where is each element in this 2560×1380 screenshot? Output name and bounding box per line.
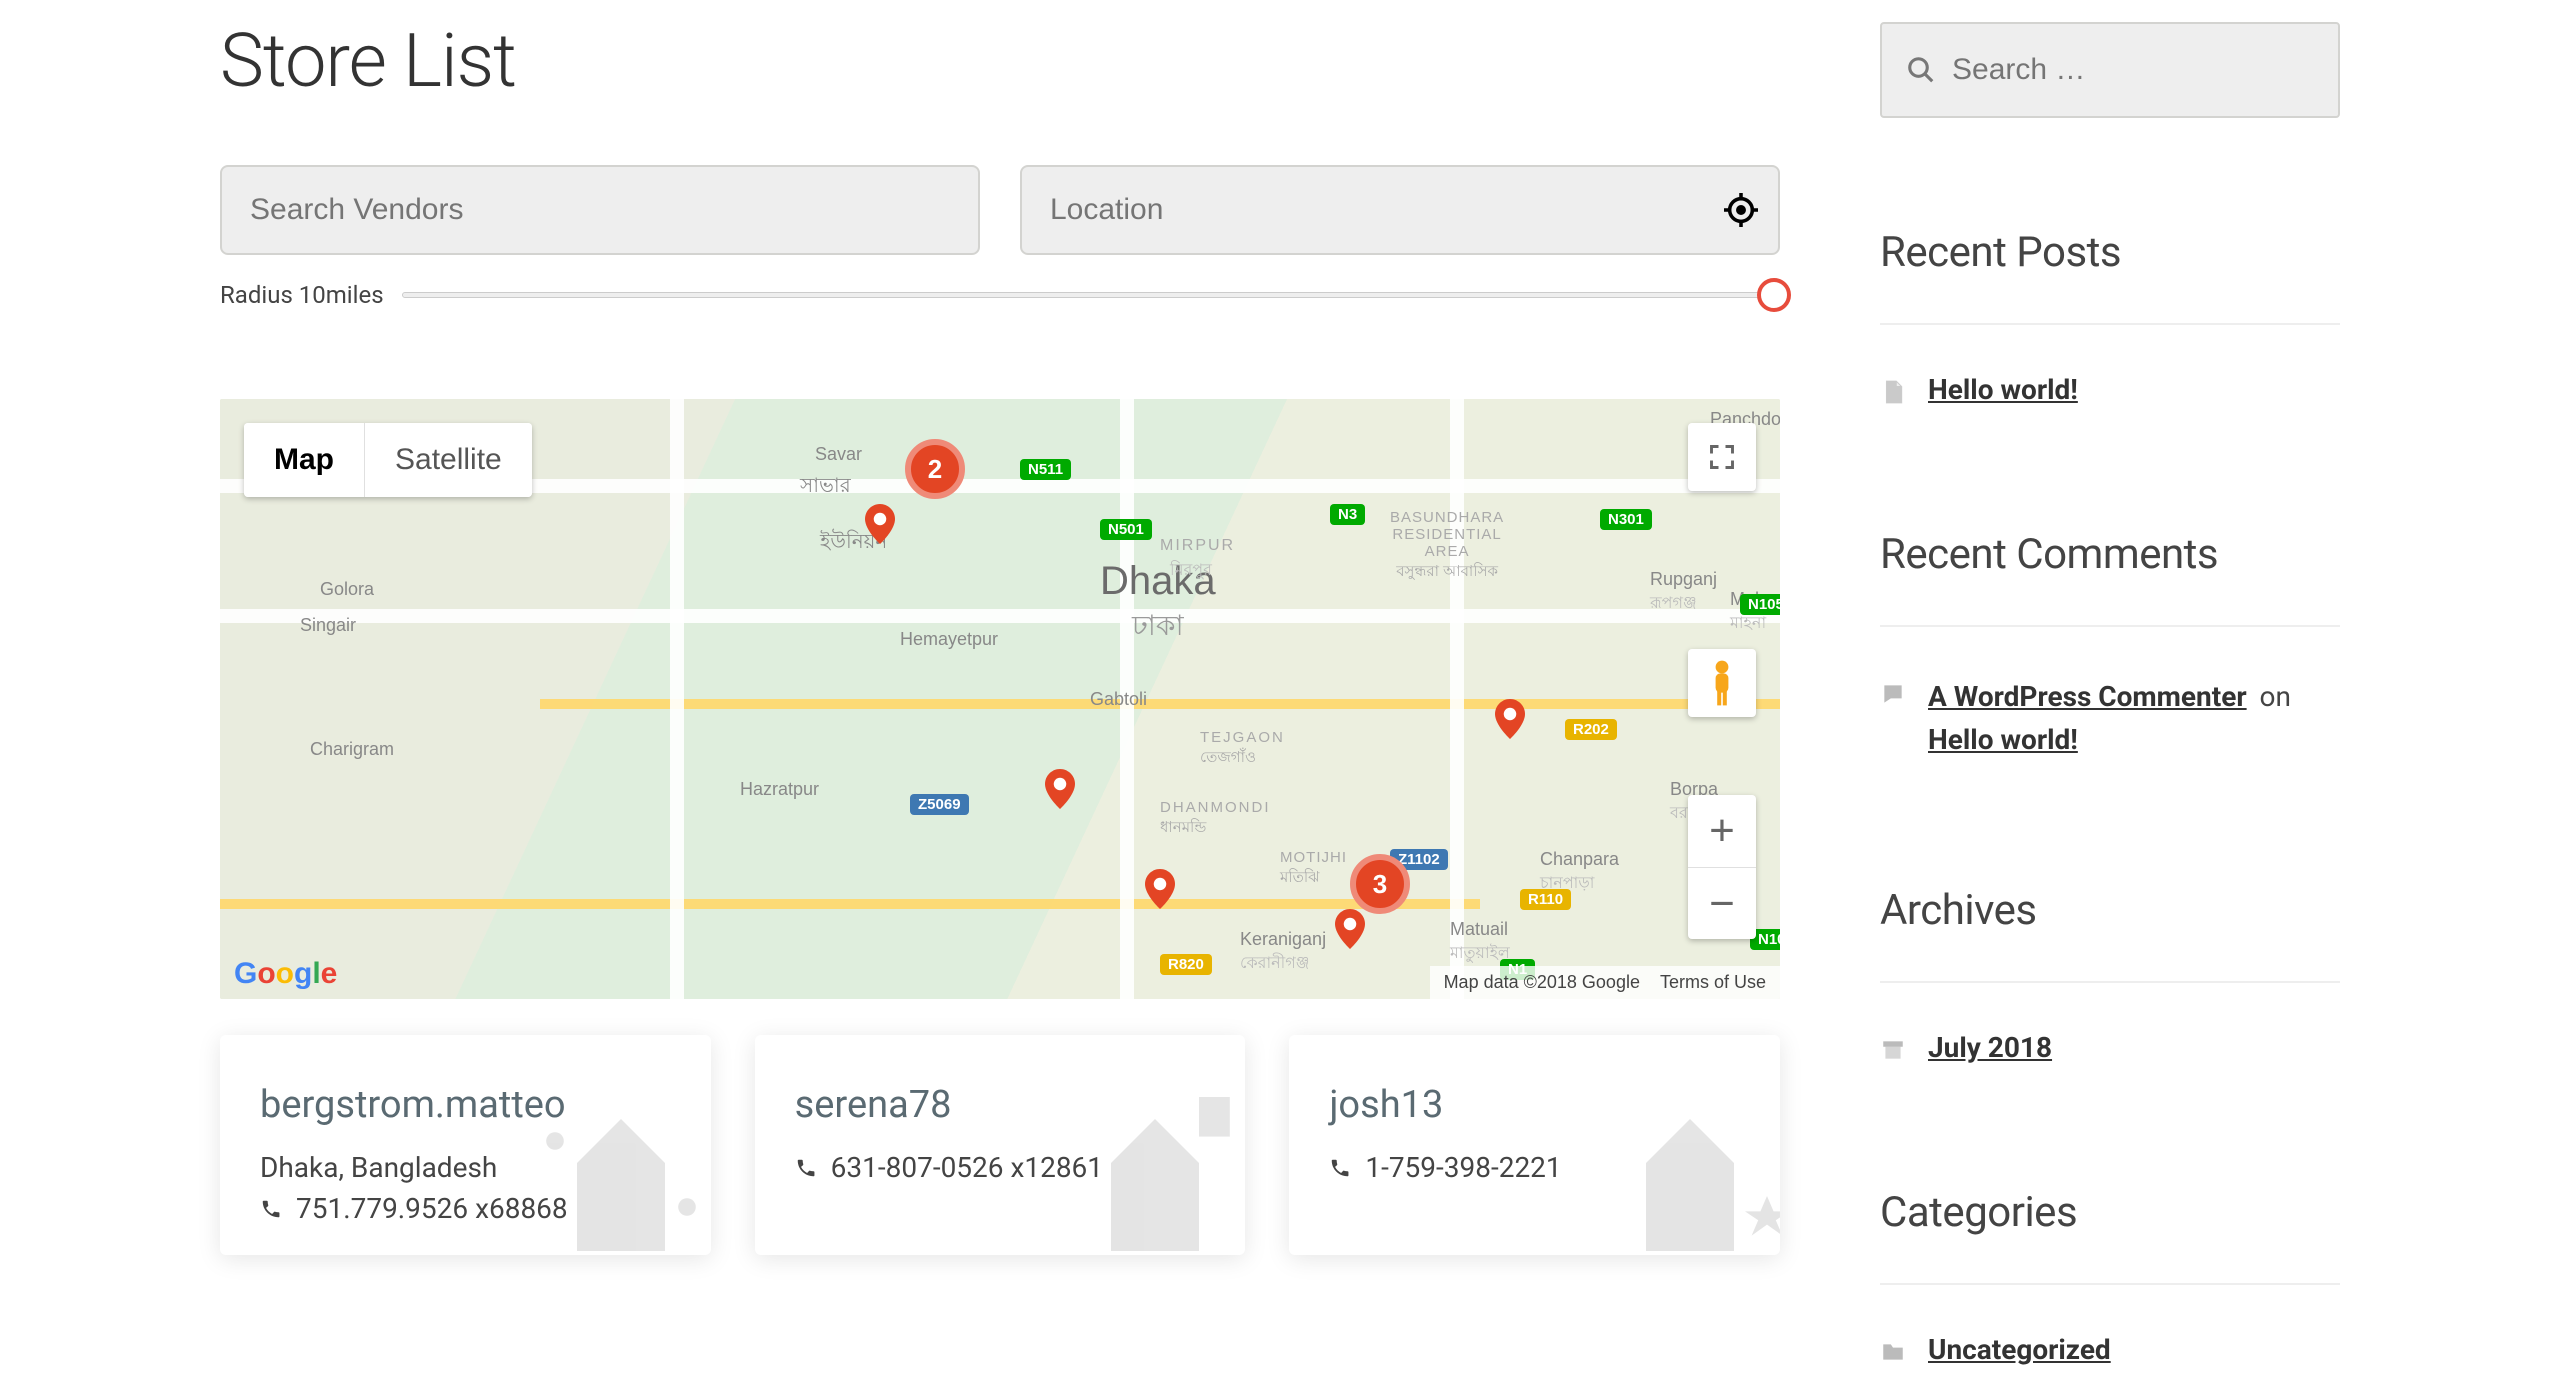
- radius-slider[interactable]: [402, 292, 1780, 298]
- recent-posts-heading: Recent Posts: [1880, 228, 2340, 277]
- map-pin-icon[interactable]: [1140, 869, 1180, 909]
- terms-link[interactable]: Terms of Use: [1660, 972, 1766, 993]
- locate-me-icon[interactable]: [1724, 193, 1758, 227]
- comment-post-link[interactable]: Hello world!: [1928, 723, 2078, 756]
- zoom-controls: + −: [1688, 795, 1756, 939]
- folder-icon: [1880, 1339, 1906, 1365]
- zoom-out-button[interactable]: −: [1688, 867, 1756, 939]
- document-icon: [1880, 379, 1906, 405]
- pegman-button[interactable]: [1688, 649, 1756, 717]
- category-link[interactable]: Uncategorized: [1928, 1333, 2111, 1366]
- radius-slider-thumb[interactable]: [1757, 278, 1791, 312]
- google-logo: Google: [234, 957, 337, 991]
- store-card[interactable]: bergstrom.matteo Dhaka, Bangladesh 751.7…: [220, 1035, 711, 1255]
- sidebar-search-input[interactable]: [1952, 53, 2312, 87]
- pegman-icon: [1702, 659, 1742, 707]
- categories-heading: Categories: [1880, 1188, 2340, 1237]
- archive-icon: [1880, 1037, 1906, 1063]
- map-pin-icon[interactable]: [860, 504, 900, 544]
- store-map[interactable]: Dhakaঢাকা Savar সাভার ইউনিয়ন Golora Sin…: [220, 399, 1780, 999]
- store-watermark-icon: [1580, 1075, 1780, 1255]
- zoom-in-button[interactable]: +: [1688, 795, 1756, 867]
- store-watermark-icon: [1045, 1075, 1245, 1255]
- search-icon: [1906, 55, 1936, 85]
- archive-link[interactable]: July 2018: [1928, 1031, 2052, 1064]
- store-card[interactable]: josh13 1-759-398-2221: [1289, 1035, 1780, 1255]
- recent-comments-heading: Recent Comments: [1880, 530, 2340, 579]
- map-type-tabs: Map Satellite: [244, 423, 532, 497]
- comment-icon: [1880, 681, 1906, 707]
- map-attribution: Map data ©2018 Google Terms of Use: [1430, 966, 1780, 999]
- page-title: Store List: [220, 18, 1780, 105]
- archives-heading: Archives: [1880, 886, 2340, 935]
- map-tab-map[interactable]: Map: [244, 423, 364, 497]
- phone-icon: [1329, 1157, 1351, 1179]
- vendor-search-input[interactable]: [220, 165, 980, 255]
- recent-post-item: Hello world!: [1880, 359, 2340, 420]
- map-cluster[interactable]: 3: [1350, 854, 1410, 914]
- map-pin-icon[interactable]: [1490, 699, 1530, 739]
- store-watermark-icon: [511, 1075, 711, 1255]
- location-input[interactable]: [1020, 165, 1780, 255]
- radius-label: Radius 10miles: [220, 281, 384, 309]
- recent-post-link[interactable]: Hello world!: [1928, 373, 2078, 406]
- store-card[interactable]: serena78 631-807-0526 x12861: [755, 1035, 1246, 1255]
- recent-comment-item: A WordPress Commenter on Hello world!: [1880, 661, 2340, 776]
- phone-icon: [795, 1157, 817, 1179]
- comment-author-link[interactable]: A WordPress Commenter: [1928, 680, 2247, 713]
- category-item: Uncategorized: [1880, 1319, 2340, 1380]
- map-pin-icon[interactable]: [1040, 769, 1080, 809]
- phone-icon: [260, 1198, 282, 1220]
- map-tab-satellite[interactable]: Satellite: [364, 423, 532, 497]
- map-pin-icon[interactable]: [1330, 909, 1370, 949]
- map-cluster[interactable]: 2: [905, 439, 965, 499]
- archive-item: July 2018: [1880, 1017, 2340, 1078]
- fullscreen-button[interactable]: [1688, 423, 1756, 491]
- sidebar-search[interactable]: [1880, 22, 2340, 118]
- fullscreen-icon: [1708, 443, 1736, 471]
